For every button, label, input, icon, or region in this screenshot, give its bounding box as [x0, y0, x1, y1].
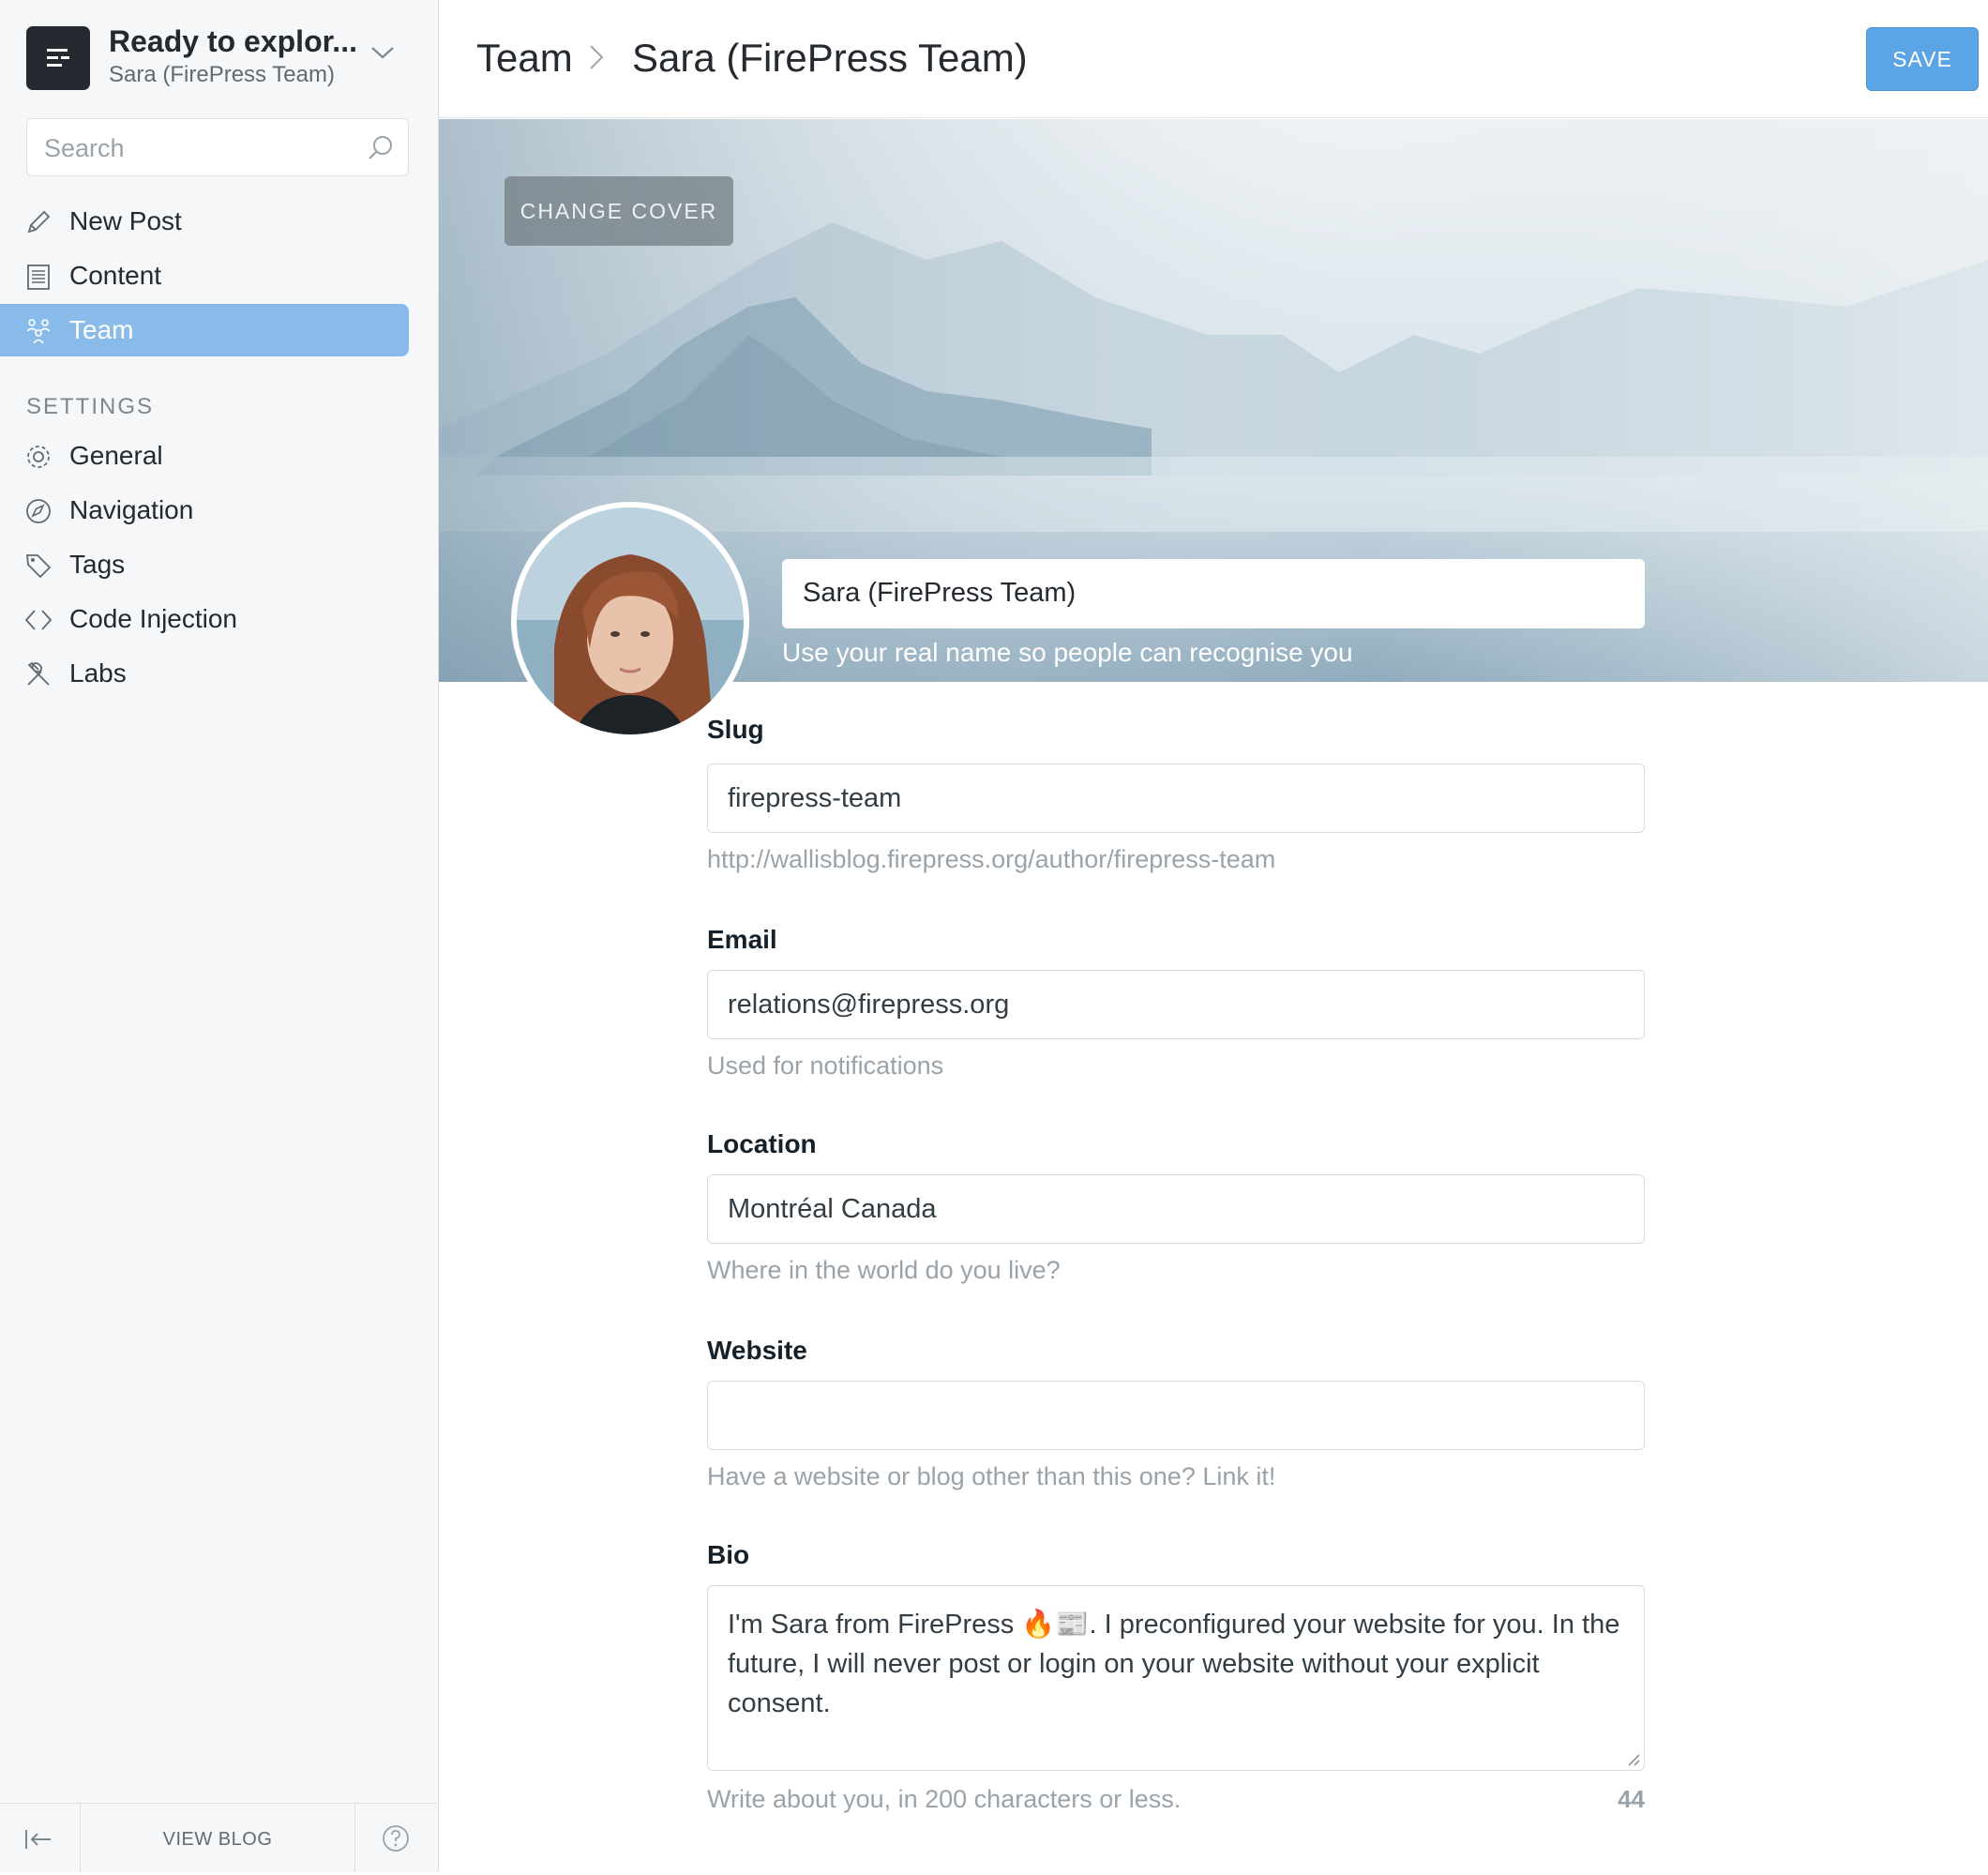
tag-icon — [26, 554, 52, 579]
code-icon — [24, 610, 53, 630]
slug-label: Slug — [707, 715, 764, 744]
search-placeholder: Search — [44, 134, 125, 162]
sidebar-item-code-injection[interactable]: Code Injection — [0, 593, 409, 645]
sidebar-item-team[interactable]: Team — [0, 304, 409, 356]
blog-logo-icon — [26, 26, 90, 90]
gear-icon — [27, 446, 50, 468]
sidebar-item-content[interactable]: Content — [0, 249, 409, 302]
email-hint: Used for notifications — [707, 1051, 944, 1080]
slug-field[interactable]: firepress-team — [707, 764, 1645, 833]
sidebar: Ready to explor... Sara (FirePress Team)… — [0, 0, 439, 1873]
tools-icon — [27, 661, 50, 686]
sidebar-item-label: Content — [69, 261, 162, 290]
location-label: Location — [707, 1129, 817, 1158]
blog-title: Ready to explor... — [109, 24, 357, 58]
sidebar-item-general[interactable]: General — [0, 430, 409, 482]
email-field[interactable]: relations@firepress.org — [707, 970, 1645, 1039]
page-header: Team Sara (FirePress Team) SAVE — [439, 0, 1988, 118]
sidebar-item-new-post[interactable]: New Post — [0, 195, 409, 248]
email-label: Email — [707, 925, 777, 954]
website-label: Website — [707, 1336, 807, 1365]
collapse-arrow-icon — [25, 1830, 51, 1849]
team-icon — [26, 319, 51, 344]
blog-user-name: Sara (FirePress Team) — [109, 62, 335, 87]
change-cover-button[interactable]: CHANGE COVER — [505, 176, 733, 246]
website-hint: Have a website or blog other than this o… — [707, 1462, 1276, 1490]
location-field[interactable]: Montréal Canada — [707, 1174, 1645, 1244]
sidebar-item-label: Team — [69, 315, 134, 344]
sidebar-item-labs[interactable]: Labs — [0, 647, 409, 700]
chevron-down-icon[interactable] — [369, 43, 396, 67]
breadcrumb-team-link[interactable]: Team — [476, 36, 573, 81]
sidebar-footer: VIEW BLOG — [0, 1803, 437, 1873]
sidebar-item-label: General — [69, 441, 163, 470]
sidebar-item-label: Code Injection — [69, 604, 238, 633]
resize-handle-icon[interactable] — [1627, 1753, 1640, 1766]
chevron-right-icon — [590, 45, 604, 69]
avatar[interactable] — [511, 502, 749, 740]
search-icon — [369, 136, 392, 159]
slug-url-hint: http://wallisblog.firepress.org/author/f… — [707, 845, 1276, 873]
document-icon — [27, 265, 50, 290]
pencil-icon — [27, 210, 51, 234]
sidebar-item-label: Navigation — [69, 495, 194, 524]
sidebar-item-navigation[interactable]: Navigation — [0, 484, 409, 537]
bio-textarea[interactable]: I'm Sara from FirePress 🔥📰. I preconfigu… — [707, 1585, 1645, 1771]
compass-icon — [26, 499, 51, 523]
blog-switcher[interactable]: Ready to explor... Sara (FirePress Team) — [26, 24, 411, 92]
settings-section-label: SETTINGS — [26, 394, 155, 419]
name-hint: Use your real name so people can recogni… — [782, 638, 1353, 667]
sidebar-item-label: Tags — [69, 550, 126, 579]
collapse-sidebar-button[interactable] — [0, 1804, 81, 1873]
view-blog-link[interactable]: VIEW BLOG — [81, 1804, 354, 1873]
name-field[interactable]: Sara (FirePress Team) — [782, 559, 1645, 628]
help-icon — [383, 1825, 409, 1852]
profile-photo — [517, 507, 744, 734]
sidebar-item-label: Labs — [69, 658, 127, 688]
save-button[interactable]: SAVE — [1866, 27, 1979, 91]
bio-hint: Write about you, in 200 characters or le… — [707, 1785, 1182, 1813]
sidebar-item-label: New Post — [69, 206, 182, 235]
help-button[interactable] — [354, 1804, 437, 1873]
website-field[interactable] — [707, 1381, 1645, 1450]
sidebar-item-tags[interactable]: Tags — [0, 538, 409, 591]
bio-label: Bio — [707, 1540, 750, 1569]
bio-character-count: 44 — [1618, 1785, 1645, 1813]
bio-text: I'm Sara from FirePress 🔥📰. I preconfigu… — [728, 1610, 1620, 1718]
search-input[interactable]: Search — [26, 118, 409, 176]
page-title: Sara (FirePress Team) — [632, 36, 1028, 80]
location-hint: Where in the world do you live? — [707, 1256, 1061, 1284]
